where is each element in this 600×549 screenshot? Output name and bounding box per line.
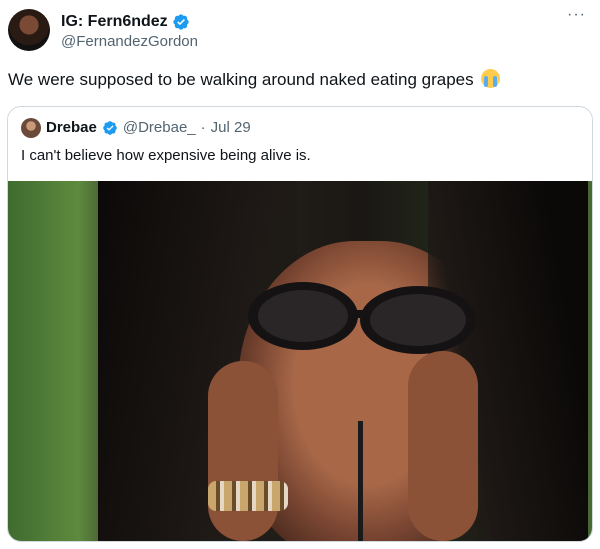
author-avatar[interactable]	[8, 9, 50, 51]
loudly-crying-face-icon	[481, 69, 501, 88]
author-handle[interactable]: @FernandezGordon	[61, 33, 198, 51]
photo-sunglasses	[248, 282, 476, 354]
quoted-author-avatar[interactable]	[21, 118, 41, 138]
photo-hand-right	[408, 351, 478, 541]
photo-straw	[358, 421, 363, 541]
quoted-tweet-media[interactable]	[8, 181, 592, 541]
quoted-tweet[interactable]: Drebae @Drebae_ · Jul 29 I can't believe…	[7, 106, 593, 542]
tweet-text-content: We were supposed to be walking around na…	[8, 70, 474, 89]
photo-hand-left	[208, 361, 278, 541]
verified-badge-icon	[173, 14, 189, 30]
author-name-row[interactable]: IG: Fern6ndez	[61, 12, 190, 32]
verified-badge-icon	[103, 121, 117, 135]
more-icon[interactable]: ···	[567, 6, 586, 24]
tweet-text: We were supposed to be walking around na…	[8, 69, 501, 91]
quoted-tweet-header: Drebae @Drebae_ · Jul 29	[21, 118, 251, 138]
meta-separator: ·	[200, 119, 206, 136]
quoted-author-name[interactable]: Drebae	[46, 119, 97, 137]
author-name[interactable]: IG: Fern6ndez	[61, 12, 168, 32]
quoted-tweet-date[interactable]: Jul 29	[211, 119, 251, 137]
photo-bracelet	[208, 481, 288, 511]
quoted-tweet-text: I can't believe how expensive being aliv…	[21, 147, 311, 164]
quoted-author-handle[interactable]: @Drebae_	[123, 119, 196, 137]
